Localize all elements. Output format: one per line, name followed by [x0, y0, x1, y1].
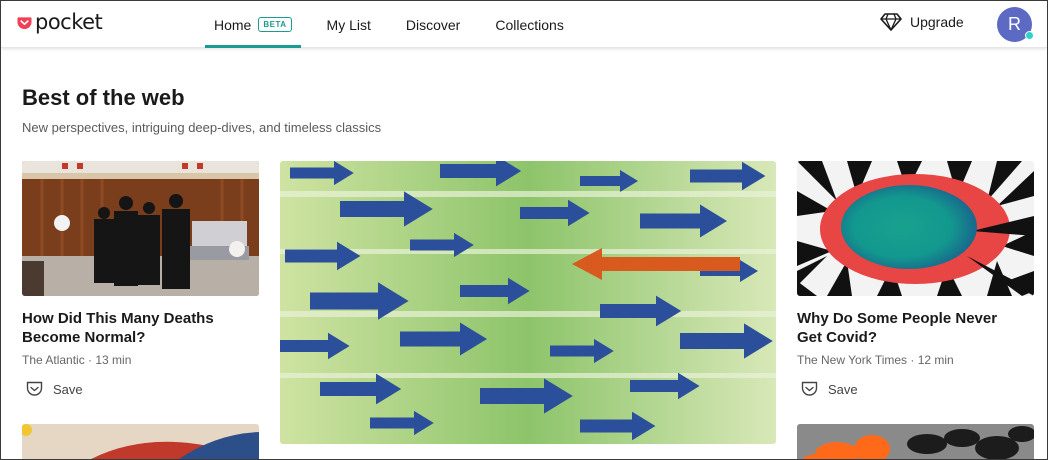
- card-title-1[interactable]: How Did This Many Deaths Become Normal?: [22, 309, 214, 347]
- article-thumbnail-funeral[interactable]: [22, 161, 259, 296]
- diamond-icon: [880, 13, 902, 31]
- top-nav-bar: pocket Home BETA My List Discover Collec…: [1, 1, 1047, 48]
- card-source-2: The New York Times · 12 min: [797, 353, 954, 367]
- pocket-save-icon: [26, 381, 43, 396]
- nav-my-list-label: My List: [326, 16, 371, 33]
- save-label-2: Save: [828, 381, 858, 397]
- beta-badge: BETA: [258, 17, 292, 32]
- online-status-dot: [1025, 31, 1034, 40]
- nav-discover[interactable]: Discover: [397, 1, 469, 48]
- funeral-photo: [22, 161, 259, 296]
- pocket-save-icon: [801, 381, 818, 396]
- pocket-page: pocket Home BETA My List Discover Collec…: [0, 0, 1048, 460]
- save-button-2[interactable]: Save: [801, 381, 858, 397]
- card-title-1-line1: How Did This Many Deaths: [22, 310, 214, 327]
- pocket-logo-icon: [17, 16, 32, 29]
- avatar-initial: R: [1008, 14, 1021, 34]
- partial-photo-left: [22, 424, 259, 459]
- upgrade-button[interactable]: Upgrade: [880, 13, 964, 31]
- nav-home-label: Home: [214, 16, 252, 33]
- article-thumbnail-partial-left[interactable]: [22, 424, 259, 459]
- save-label-1: Save: [53, 381, 83, 397]
- logo-text: pocket: [35, 10, 103, 34]
- article-thumbnail-partial-right[interactable]: [797, 424, 1034, 459]
- nav-home[interactable]: Home BETA: [205, 1, 301, 48]
- nav-discover-label: Discover: [405, 16, 461, 33]
- article-thumbnail-covid[interactable]: [797, 161, 1034, 296]
- card-title-2-line1: Why Do Some People Never: [797, 310, 998, 327]
- featured-thumbnail-arrows[interactable]: [280, 161, 776, 444]
- card-source-1: The Atlantic · 13 min: [22, 353, 132, 367]
- nav-collections[interactable]: Collections: [486, 1, 572, 48]
- pocket-logo[interactable]: pocket: [17, 10, 103, 34]
- card-title-2[interactable]: Why Do Some People Never Get Covid?: [797, 309, 997, 347]
- nav-my-list[interactable]: My List: [318, 1, 380, 48]
- partial-photo-right: [797, 424, 1034, 459]
- nav-collections-label: Collections: [495, 16, 564, 33]
- section-subtitle: New perspectives, intriguing deep-dives,…: [22, 120, 382, 135]
- covid-abstract-art: [797, 161, 1034, 296]
- main-nav: Home BETA My List Discover Collections: [205, 1, 590, 48]
- arrows-illustration: [280, 161, 776, 444]
- card-title-1-line2: Become Normal?: [22, 329, 146, 346]
- save-button-1[interactable]: Save: [26, 381, 83, 397]
- card-title-2-line2: Get Covid?: [797, 329, 878, 346]
- section-title: Best of the web: [22, 85, 185, 110]
- upgrade-label: Upgrade: [910, 14, 964, 30]
